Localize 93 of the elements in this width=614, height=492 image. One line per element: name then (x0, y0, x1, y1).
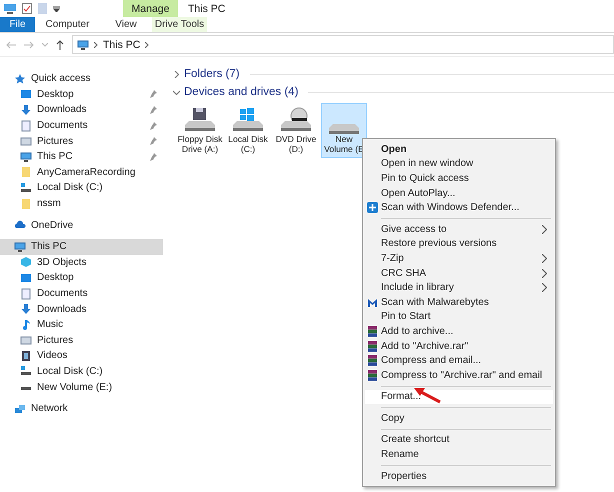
download-icon (20, 104, 32, 116)
menu-item[interactable]: Open in new window (365, 156, 553, 172)
malwarebytes-icon (367, 296, 378, 308)
chevron-right-icon[interactable] (173, 70, 180, 78)
folder-icon (20, 166, 32, 178)
pin-icon (149, 152, 157, 161)
menu-item[interactable]: Pin to Start (365, 310, 553, 324)
download-icon (20, 303, 32, 316)
pc-icon (20, 150, 32, 163)
nav-item[interactable]: New Volume (E:) (0, 379, 163, 395)
pin-icon (149, 90, 157, 98)
menu-item[interactable]: Format... (365, 390, 553, 404)
drive-tile[interactable]: DVD Drive (D:) (273, 103, 319, 158)
pin-icon (149, 137, 157, 146)
chevron-right-icon (145, 42, 150, 48)
menu-item[interactable]: Add to "Archive.rar" (365, 338, 553, 354)
address-path[interactable]: This PC (103, 38, 140, 50)
nav-item[interactable]: Downloads (0, 301, 163, 317)
ribbon-tab[interactable]: File (0, 17, 35, 32)
nav-item[interactable]: Quick access (0, 71, 163, 87)
menu-item[interactable]: Include in library (365, 280, 553, 295)
nav-item[interactable]: AnyCameraRecording (0, 164, 163, 180)
nav-item[interactable]: Network (0, 400, 163, 416)
doc-icon (20, 120, 32, 132)
pictures-icon (20, 334, 32, 346)
menu-item[interactable]: 7-Zip (365, 251, 553, 266)
pictures-icon (20, 135, 32, 148)
nav-item[interactable]: OneDrive (0, 217, 163, 233)
cube-icon (20, 256, 32, 268)
pin-icon (149, 106, 157, 114)
computer-icon (77, 38, 89, 50)
computer-icon[interactable] (4, 3, 16, 14)
books-icon (367, 370, 378, 381)
nav-item[interactable]: Pictures (0, 133, 163, 149)
drive-tile[interactable]: Local Disk (C:) (225, 103, 271, 158)
menu-item[interactable]: Open (365, 142, 553, 157)
disk-icon (20, 182, 32, 194)
nav-item[interactable]: Desktop (0, 270, 163, 286)
pc-icon (14, 240, 26, 253)
menu-item[interactable]: Pin to Quick access (365, 171, 553, 186)
menu-item[interactable]: Rename (365, 447, 553, 462)
nav-item[interactable]: Local Disk (C:) (0, 180, 163, 196)
drive-tile[interactable]: Floppy Disk Drive (A:) (177, 103, 223, 158)
nav-item[interactable]: nssm (0, 196, 163, 212)
nav-item[interactable]: Documents (0, 118, 163, 134)
chevron-down-icon[interactable] (173, 88, 180, 96)
music-icon (20, 318, 32, 331)
desktop-icon (20, 88, 32, 100)
books-icon (367, 326, 378, 338)
menu-item[interactable]: Copy (365, 411, 553, 426)
drive-icon (327, 123, 361, 135)
books-icon (367, 340, 378, 352)
chevron-right-icon (94, 42, 98, 48)
manage-tab-header: Manage (123, 0, 178, 17)
menu-item[interactable]: Scan with Malwarebytes (365, 294, 553, 310)
nav-item[interactable]: Pictures (0, 332, 163, 348)
up-arrow-icon[interactable] (56, 40, 64, 50)
folder-icon (20, 198, 32, 210)
nav-item[interactable]: Videos (0, 348, 163, 364)
nav-item[interactable]: 3D Objects (0, 254, 163, 270)
desktop-icon (20, 272, 32, 284)
group-heading: Folders (7) (184, 68, 240, 80)
menu-item[interactable]: CRC SHA (365, 266, 553, 280)
nav-item[interactable]: This PC (0, 148, 163, 165)
network-icon (14, 402, 26, 415)
video-icon (20, 350, 32, 362)
pin-icon (149, 122, 157, 130)
nav-item[interactable]: Downloads (0, 102, 163, 118)
menu-item[interactable]: Compress and email... (365, 353, 553, 368)
nav-item[interactable]: This PC (0, 238, 163, 255)
nav-item[interactable]: Desktop (0, 86, 163, 102)
menu-item[interactable]: Give access to (365, 222, 553, 237)
disk-icon (20, 365, 32, 378)
group-heading: Devices and drives (4) (184, 86, 298, 98)
menu-item[interactable]: Compress to "Archive.rar" and email (365, 368, 553, 382)
address-bar[interactable]: This PC (72, 35, 614, 54)
star-icon (14, 72, 26, 85)
menu-item[interactable]: Add to archive... (365, 324, 553, 339)
doc-icon (20, 288, 32, 300)
menu-item[interactable]: Open AutoPlay... (365, 186, 553, 200)
menu-item[interactable]: Properties (365, 468, 553, 484)
menu-item[interactable]: Scan with Windows Defender... (365, 200, 553, 215)
window-title: This PC (187, 2, 226, 16)
dropdown-icon[interactable] (53, 6, 60, 12)
menu-item[interactable]: Restore previous versions (365, 236, 553, 252)
menu-item[interactable]: Create shortcut (365, 432, 553, 448)
books-icon (367, 355, 378, 366)
ribbon-tab[interactable]: Drive Tools (152, 17, 207, 32)
submenu-chevron-icon (542, 224, 547, 234)
properties-icon[interactable] (22, 3, 32, 14)
nav-item[interactable]: Documents (0, 286, 163, 302)
nav-item[interactable]: Local Disk (C:) (0, 364, 163, 380)
nav-item[interactable]: Music (0, 316, 163, 332)
